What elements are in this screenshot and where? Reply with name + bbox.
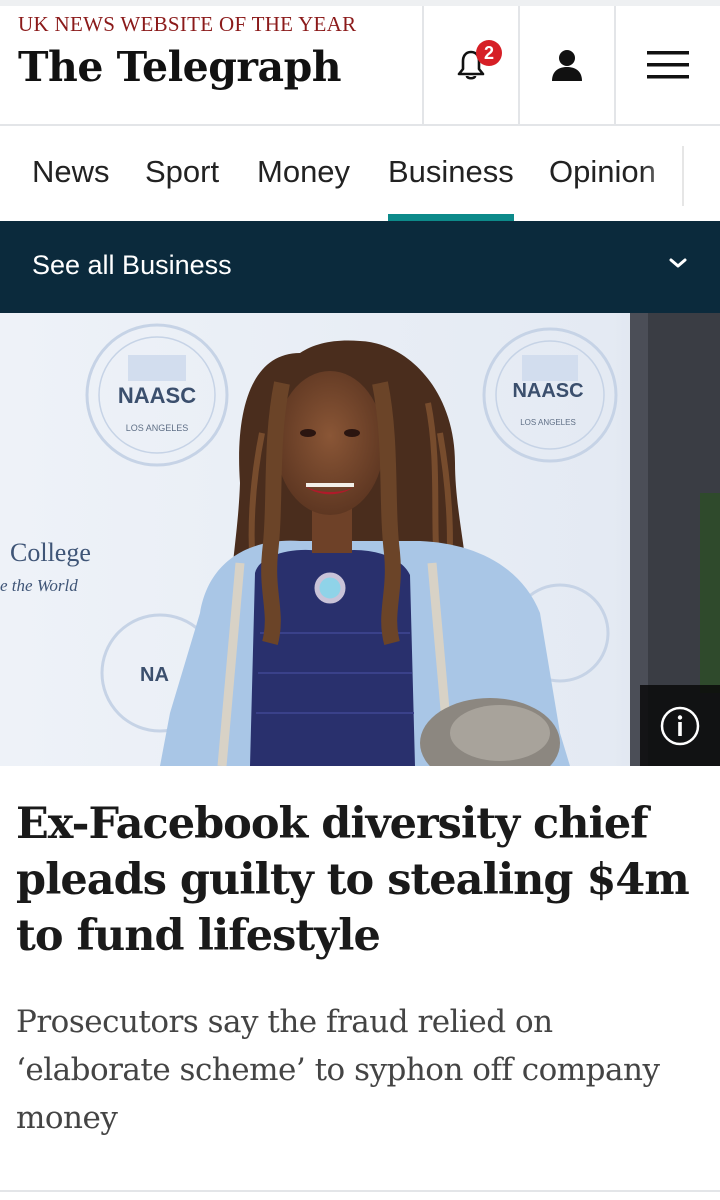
svg-text:LOS ANGELES: LOS ANGELES [520,418,576,427]
article-standfirst: Prosecutors say the fraud relied on ‘ela… [16,1004,660,1136]
account-button[interactable] [518,6,614,124]
svg-text:NAASC: NAASC [118,383,196,408]
menu-button[interactable] [614,6,720,124]
backdrop-banner-college: College [10,538,91,567]
telegraph-logo[interactable]: The Telegraph [18,43,356,91]
chevron-down-icon [669,258,687,268]
nav-divider [682,146,684,206]
svg-text:NAASC: NAASC [512,380,583,402]
backdrop-banner-world: e the World [0,576,78,595]
tagline: UK NEWS WEBSITE OF THE YEAR [18,12,357,36]
user-icon [552,50,582,81]
divider [0,1190,720,1192]
nav-scroll-fade [640,126,720,221]
hero-photo[interactable]: NAASC LOS ANGELES NAASC LOS ANGELES NA C… [0,313,720,766]
nav-item-news[interactable]: News [32,126,110,221]
article-headline[interactable]: Ex-Facebook diversity chief pleads guilt… [16,796,706,964]
brand[interactable]: UK NEWS WEBSITE OF THE YEAR The Telegrap… [18,12,356,91]
see-all-business-dropdown[interactable]: See all Business [0,221,720,313]
svg-text:NA: NA [140,664,169,686]
nav-item-business[interactable]: Business [388,126,514,221]
notification-badge: 2 [476,40,502,66]
info-icon [660,706,700,745]
nav-item-money[interactable]: Money [257,126,350,221]
section-bar-label: See all Business [32,250,232,280]
notifications-button[interactable]: 2 [422,6,518,124]
hamburger-menu-icon [647,51,689,79]
site-header: UK NEWS WEBSITE OF THE YEAR The Telegrap… [0,0,720,126]
nav-item-sport[interactable]: Sport [145,126,219,221]
article-photo: NAASC LOS ANGELES NAASC LOS ANGELES NA C… [0,313,720,766]
section-nav: News Sport Money Business Opinion [0,126,720,221]
svg-text:LOS ANGELES: LOS ANGELES [126,423,189,433]
photo-info-button[interactable] [640,685,720,766]
